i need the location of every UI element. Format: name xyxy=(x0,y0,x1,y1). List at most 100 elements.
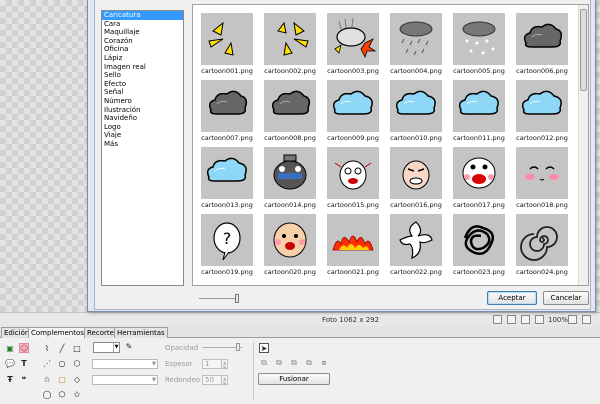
thickness-input[interactable]: 1 xyxy=(202,359,222,369)
rain-cloud-icon[interactable] xyxy=(390,13,442,65)
actual-size-icon[interactable] xyxy=(507,315,516,324)
color-picker[interactable]: ▼ xyxy=(93,342,120,353)
speech-bubble-icon[interactable]: 💬 xyxy=(5,359,15,369)
star-icon[interactable]: ☆ xyxy=(42,375,52,385)
cancel-button[interactable]: Cancelar xyxy=(543,291,589,305)
image-icon[interactable]: ▣ xyxy=(5,344,15,354)
fill-style-select[interactable]: ▼ xyxy=(92,375,158,385)
gallery-thumbnail[interactable]: cartoon010.png xyxy=(390,80,442,142)
dark-cloud-icon[interactable] xyxy=(516,13,568,65)
snow-cloud-icon[interactable] xyxy=(453,13,505,65)
category-item[interactable]: Viaje xyxy=(102,131,183,140)
gallery-thumbnail[interactable]: cartoon013.png xyxy=(201,147,253,209)
category-item[interactable]: Número xyxy=(102,97,183,106)
text-icon[interactable]: T xyxy=(19,359,29,369)
gallery-thumbnail[interactable]: cartoon009.png xyxy=(327,80,379,142)
rounded-rect-icon[interactable]: ▢ xyxy=(57,375,67,385)
eyedropper-icon[interactable]: ✎ xyxy=(124,342,134,352)
category-item[interactable]: Cara xyxy=(102,20,183,29)
blush-face-icon[interactable] xyxy=(516,147,568,199)
thumbnail-size-slider[interactable] xyxy=(199,294,243,303)
gallery-thumbnail[interactable]: cartoon011.png xyxy=(453,80,505,142)
diamond-icon[interactable]: ◇ xyxy=(72,375,82,385)
gallery-thumbnail[interactable]: cartoon024.png xyxy=(516,214,568,276)
scared-face-icon[interactable] xyxy=(327,147,379,199)
zoom-out-icon[interactable] xyxy=(521,315,530,324)
shouting-face-icon[interactable] xyxy=(453,147,505,199)
delete-layer-icon[interactable]: ⧈ xyxy=(319,358,329,368)
angry-face-icon[interactable] xyxy=(390,147,442,199)
lasso-icon[interactable]: ⌇ xyxy=(42,344,52,354)
gallery-thumbnail[interactable]: cartoon022.png xyxy=(390,214,442,276)
zoom-dropdown-icon[interactable] xyxy=(568,315,577,324)
category-item[interactable]: Sello xyxy=(102,71,183,80)
rock-burst-icon[interactable] xyxy=(327,13,379,65)
gallery-thumbnail[interactable]: cartoon007.png xyxy=(201,80,253,142)
circle-icon[interactable]: ◯ xyxy=(42,390,52,400)
star-outline-icon[interactable]: ✩ xyxy=(72,390,82,400)
category-item[interactable]: Navideño xyxy=(102,114,183,123)
hexagon-icon[interactable]: ⬡ xyxy=(72,359,82,369)
category-item[interactable]: Más xyxy=(102,140,183,149)
blue-cloud-icon[interactable] xyxy=(390,80,442,132)
line-icon[interactable]: ╱ xyxy=(57,344,67,354)
category-item[interactable]: Señal xyxy=(102,88,183,97)
gallery-thumbnail[interactable]: ? cartoon019.png xyxy=(201,214,253,276)
cursor-icon[interactable]: ➤ xyxy=(259,343,269,353)
blue-cloud-icon[interactable] xyxy=(453,80,505,132)
bald-face-icon[interactable] xyxy=(264,214,316,266)
category-list[interactable]: Caricatura Cara Maquillaje Corazón Oficina Lá… xyxy=(101,10,184,286)
chevron-down-icon[interactable]: ▼ xyxy=(113,343,119,352)
gallery-thumbnail[interactable]: cartoon014.png xyxy=(264,147,316,209)
pattern-icon[interactable]: ⋰ xyxy=(42,359,52,369)
gallery-thumbnail[interactable]: cartoon018.png xyxy=(516,147,568,209)
gallery-thumbnail[interactable]: cartoon016.png xyxy=(390,147,442,209)
gallery-thumbnail[interactable]: cartoon017.png xyxy=(453,147,505,209)
blue-cloud-icon[interactable] xyxy=(201,147,253,199)
category-item[interactable]: Caricatura xyxy=(102,11,183,20)
gallery-thumbnail[interactable]: cartoon012.png xyxy=(516,80,568,142)
robot-face-icon[interactable] xyxy=(264,147,316,199)
zoom-in-icon[interactable] xyxy=(535,315,544,324)
thickness-spinner[interactable]: ▲ ▼ xyxy=(222,359,228,370)
gallery-thumbnail[interactable]: cartoon023.png xyxy=(453,214,505,276)
category-item[interactable]: Corazón xyxy=(102,37,183,46)
text-style-icon[interactable]: Ŧ xyxy=(5,375,15,385)
category-item[interactable]: Maquillaje xyxy=(102,28,183,37)
dark-cloud-icon[interactable] xyxy=(264,80,316,132)
gallery-thumbnail[interactable]: cartoon021.png xyxy=(327,214,379,276)
category-item[interactable]: Ilustración xyxy=(102,106,183,115)
blue-cloud-icon[interactable] xyxy=(516,80,568,132)
clipart-gallery[interactable]: cartoon001.png cartoon002.png cartoon003.p… xyxy=(192,4,589,286)
splash-icon[interactable] xyxy=(390,214,442,266)
clipart-icon[interactable]: ☺ xyxy=(19,343,29,353)
pentagon-icon[interactable]: ⬠ xyxy=(57,390,67,400)
gallery-thumbnail[interactable]: cartoon006.png xyxy=(516,13,568,75)
line-style-select[interactable]: ▼ xyxy=(92,359,158,369)
gallery-thumbnail[interactable]: cartoon008.png xyxy=(264,80,316,142)
gallery-thumbnail[interactable]: cartoon005.png xyxy=(453,13,505,75)
fire-icon[interactable] xyxy=(327,214,379,266)
bring-forward-icon[interactable]: ⧉ xyxy=(274,358,284,368)
bring-front-icon[interactable]: ⧉ xyxy=(259,358,269,368)
gallery-scrollbar[interactable] xyxy=(578,5,588,285)
rectangle-icon[interactable]: □ xyxy=(72,344,82,354)
gallery-thumbnail[interactable]: cartoon004.png xyxy=(390,13,442,75)
yellow-spikes-right-icon[interactable] xyxy=(264,13,316,65)
yellow-spikes-left-icon[interactable] xyxy=(201,13,253,65)
quote-icon[interactable]: ❝ xyxy=(19,375,29,385)
send-backward-icon[interactable]: ⧉ xyxy=(289,358,299,368)
gallery-thumbnail[interactable]: cartoon015.png xyxy=(327,147,379,209)
question-bubble-icon[interactable]: ? xyxy=(201,214,253,266)
category-item[interactable]: Efecto xyxy=(102,80,183,89)
merge-button[interactable]: Fusionar xyxy=(258,373,330,385)
tab-herramientas[interactable]: Herramientas xyxy=(114,327,168,338)
gallery-thumbnail[interactable]: cartoon020.png xyxy=(264,214,316,276)
rounded-spinner[interactable]: ▲ ▼ xyxy=(222,375,228,386)
send-back-icon[interactable]: ⧉ xyxy=(304,358,314,368)
gallery-thumbnail[interactable]: cartoon001.png xyxy=(201,13,253,75)
gallery-thumbnail[interactable]: cartoon003.png xyxy=(327,13,379,75)
tab-recorte[interactable]: Recorte xyxy=(84,327,117,338)
scribble-icon[interactable] xyxy=(453,214,505,266)
category-item[interactable]: Oficina xyxy=(102,45,183,54)
